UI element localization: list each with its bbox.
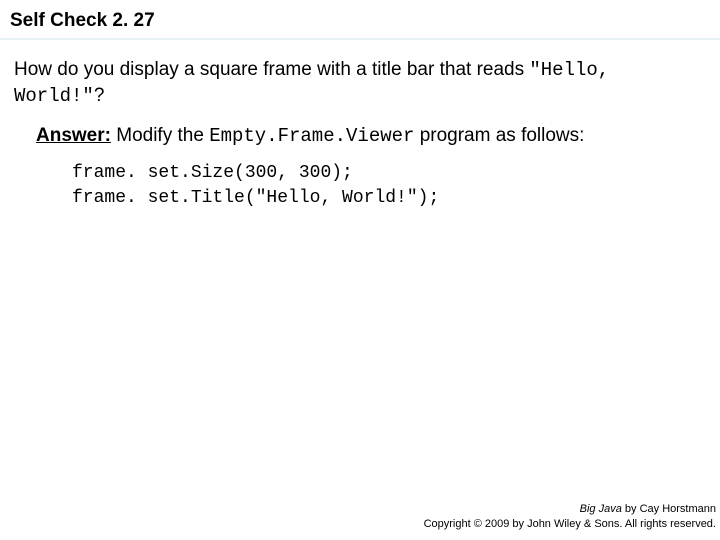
answer-line: Answer: Modify the Empty.Frame.Viewer pr…: [36, 123, 706, 149]
answer-program-name: Empty.Frame.Viewer: [209, 125, 414, 147]
code-block: frame. set.Size(300, 300); frame. set.Ti…: [36, 149, 706, 210]
footer-copyright: Copyright © 2009 by John Wiley & Sons. A…: [424, 517, 716, 532]
answer-before: Modify the: [111, 125, 209, 146]
question-text: How do you display a square frame with a…: [14, 57, 706, 109]
answer-label: Answer:: [36, 125, 111, 146]
footer-line-1: Big Java by Cay Horstmann: [424, 502, 716, 517]
footer-book: Big Java: [580, 503, 622, 515]
question-part2: ?: [94, 85, 105, 106]
answer-after: program as follows:: [414, 125, 584, 146]
footer: Big Java by Cay Horstmann Copyright © 20…: [424, 502, 716, 532]
footer-author: by Cay Horstmann: [622, 503, 716, 515]
slide-header: Self Check 2. 27: [0, 0, 720, 39]
answer-block: Answer: Modify the Empty.Frame.Viewer pr…: [14, 109, 706, 210]
code-line-1: frame. set.Size(300, 300);: [72, 163, 353, 183]
slide-title: Self Check 2. 27: [10, 10, 710, 32]
slide-content: How do you display a square frame with a…: [0, 39, 720, 210]
question-part1: How do you display a square frame with a…: [14, 59, 529, 80]
code-line-2: frame. set.Title("Hello, World!");: [72, 188, 439, 208]
